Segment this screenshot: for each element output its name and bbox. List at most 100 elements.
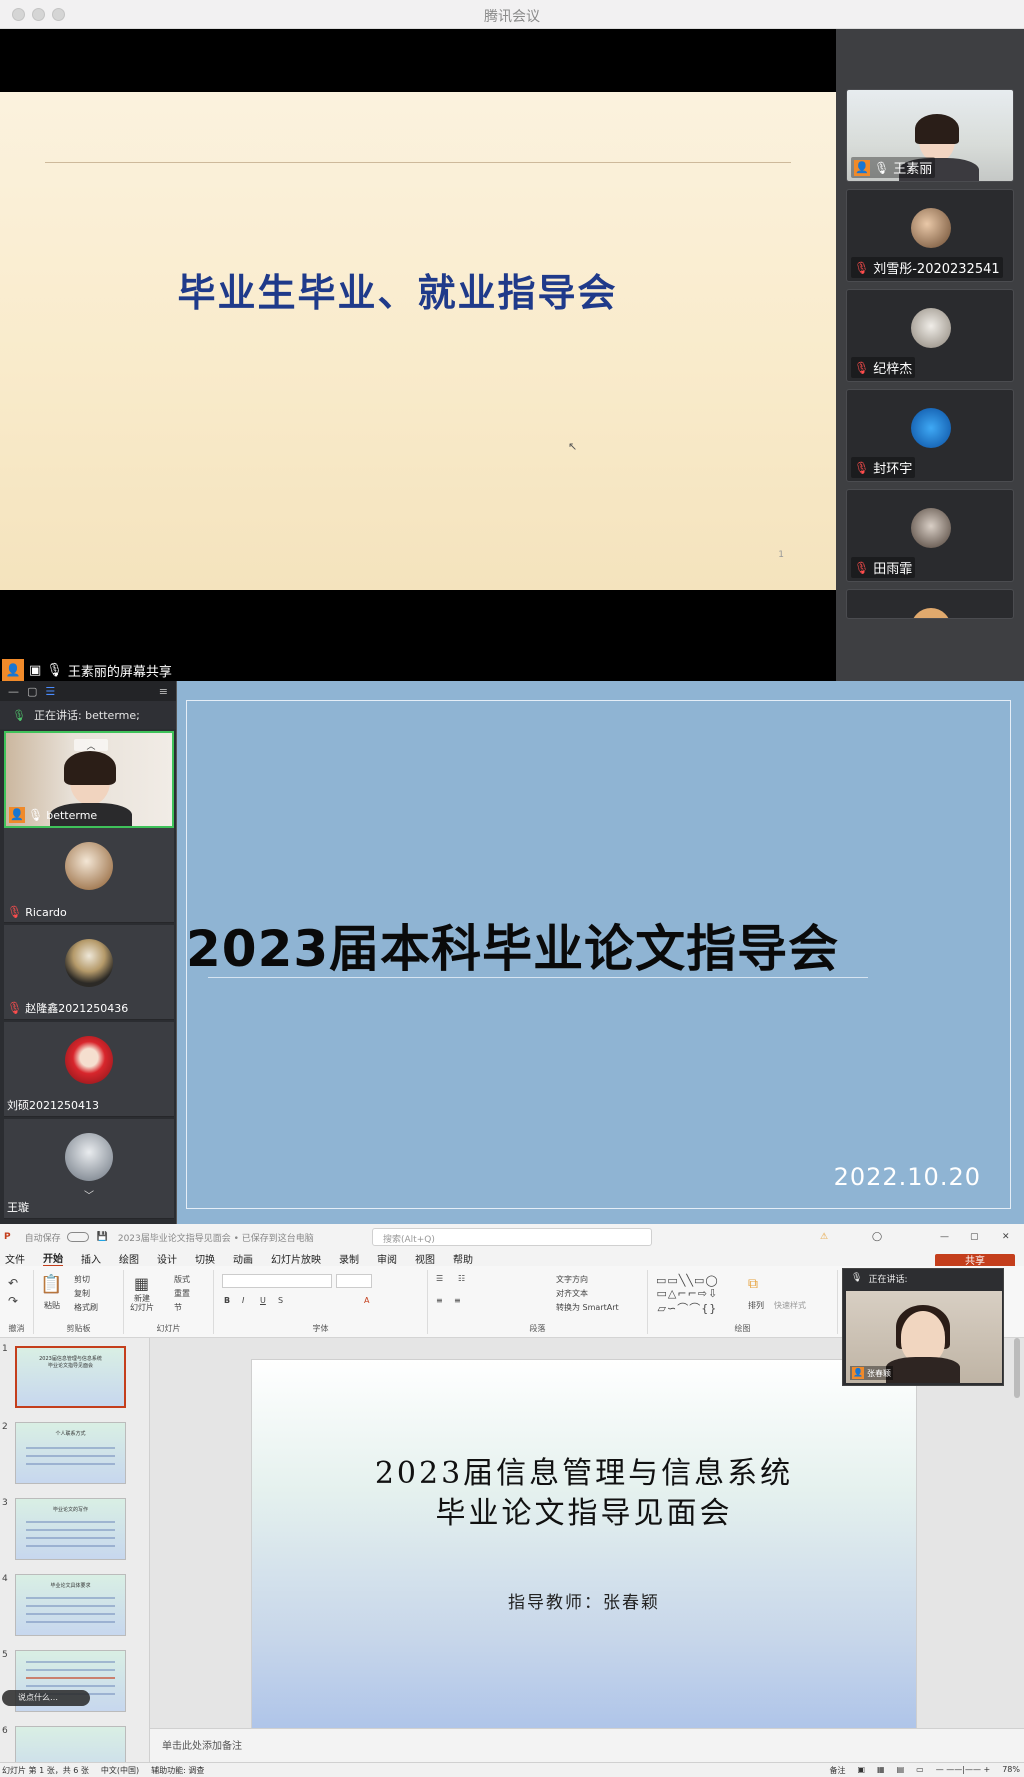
reading-view-icon[interactable]: ▤ [897,1765,905,1776]
font-name-select[interactable] [222,1274,332,1288]
save-icon[interactable]: 💾 [97,1232,108,1242]
quick-styles-button[interactable]: 快速样式 [774,1300,806,1311]
slide-thumbnail[interactable]: 毕业论文的写作 [15,1498,126,1560]
tab-review[interactable]: 审阅 [377,1251,397,1266]
paste-button[interactable]: 粘贴 [44,1300,60,1311]
participant-tile[interactable]: 🎙 Ricardo [4,828,174,923]
new-slide-icon[interactable]: ▦ [134,1274,149,1293]
slide-thumbnail[interactable] [15,1726,126,1762]
autosave-toggle[interactable] [66,1232,89,1242]
chevron-up-icon[interactable]: ︿ [74,739,108,752]
reset-button[interactable]: 重置 [174,1288,190,1299]
participant-tile[interactable]: 🎙 赵隆鑫2021250436 [4,925,174,1020]
meeting-floating-video[interactable]: 🎙 正在讲话: 👤 张春颖 [842,1268,1004,1386]
minimize-icon[interactable]: — [940,1232,949,1242]
menu-icon[interactable]: ≡ [159,685,168,698]
close-icon[interactable]: ✕ [1002,1232,1010,1242]
vertical-scrollbar[interactable] [1014,1338,1020,1398]
tab-animations[interactable]: 动画 [233,1251,253,1266]
language-indicator[interactable]: 中文(中国) [101,1765,139,1776]
participant-tile[interactable]: 🎙 田雨霏 [846,489,1014,582]
participant-video-list[interactable]: 👤 🎙 王素丽 🎙 刘雪彤-2020232541 🎙 纪梓杰 🎙 封环宇 🎙 田… [836,29,1024,681]
powerpoint-titlebar: P 自动保存 💾 2023届毕业论文指导见面会 • 已保存到这台电脑 搜索(Al… [0,1224,1024,1250]
tab-record[interactable]: 录制 [339,1251,359,1266]
strikethrough-icon[interactable]: S [278,1296,283,1305]
numbering-icon[interactable]: ☷ [458,1274,465,1283]
slide-thumbnail-pane[interactable]: 1 2023届信息管理与信息系统 毕业论文指导见面会 2 个人联系方式 3 毕业… [0,1338,150,1762]
minimize-icon[interactable]: — [8,685,19,698]
avatar [65,1133,113,1181]
thumbnail-number: 3 [2,1498,8,1508]
tab-slideshow[interactable]: 幻灯片放映 [271,1251,321,1266]
participant-tile[interactable]: ︿ 👤 🎙 betterme [4,731,174,828]
shapes-gallery[interactable]: ▭▭╲╲▭◯ ▭△⌐⌐⇨⇩ ▱∽⌒⌒{} [656,1274,719,1316]
arrange-icon[interactable]: ⧉ [748,1276,758,1292]
chevron-down-icon[interactable]: ﹀ [74,1187,104,1202]
speaking-indicator: 🎙 正在讲话: betterme; [0,701,176,729]
chat-input-float[interactable]: 说点什么… [2,1690,90,1706]
participant-tile[interactable]: 🎙 封环宇 [846,389,1014,482]
font-color-icon[interactable]: A [364,1296,369,1305]
thumbnail-number: 5 [2,1650,8,1660]
screen-share-indicator[interactable]: 👤 ▣ 🎙 王素丽的屏幕共享 [0,659,172,681]
tab-insert[interactable]: 插入 [81,1251,101,1266]
slideshow-icon[interactable]: ▭ [916,1765,924,1776]
undo-icon[interactable]: ↶ [8,1276,18,1290]
paste-icon[interactable]: 📋 [40,1274,62,1295]
italic-icon[interactable]: I [242,1296,244,1305]
slide-thumbnail[interactable]: 个人联系方式 [15,1422,126,1484]
slide-thumbnail[interactable]: 2023届信息管理与信息系统 毕业论文指导见面会 [15,1346,126,1408]
slide-editor: 2023届信息管理与信息系统 毕业论文指导见面会 指导教师：张春颖 [150,1338,1024,1762]
align-center-icon[interactable]: ≡ [454,1296,461,1305]
align-text-button[interactable]: 对齐文本 [556,1288,588,1299]
window-icon[interactable]: ▢ [27,685,37,698]
text-direction-button[interactable]: 文字方向 [556,1274,588,1285]
ribbon-group-label: 剪贴板 [66,1324,91,1333]
layout-button[interactable]: 版式 [174,1274,190,1285]
maximize-icon[interactable]: ▢ [970,1232,979,1242]
tab-transitions[interactable]: 切换 [195,1251,215,1266]
notes-toggle[interactable]: 备注 [829,1765,845,1776]
slide-thumbnail[interactable]: 毕业论文具体要求 [15,1574,126,1636]
zoom-level[interactable]: 78% [1002,1765,1020,1776]
meeting-window-windows: — ▢ ☰ ≡ 🎙 正在讲话: betterme; ︿ 👤 🎙 betterme… [0,681,1024,1224]
participant-tile[interactable]: 🎙 纪梓杰 [846,289,1014,382]
font-size-select[interactable] [336,1274,372,1288]
redo-icon[interactable]: ↷ [8,1294,18,1308]
bullets-icon[interactable]: ☰ [436,1274,443,1283]
current-slide[interactable]: 2023届信息管理与信息系统 毕业论文指导见面会 指导教师：张春颖 [251,1359,917,1733]
align-left-icon[interactable]: ≡ [436,1296,443,1305]
bold-icon[interactable]: B [224,1296,230,1305]
format-painter-button[interactable]: 格式刷 [74,1302,98,1313]
search-input[interactable]: 搜索(Alt+Q) [372,1228,652,1246]
ribbon-group-label: 字体 [312,1324,329,1333]
copy-button[interactable]: 复制 [74,1288,90,1299]
normal-view-icon[interactable]: ▣ [857,1765,865,1776]
tab-help[interactable]: 帮助 [453,1251,473,1266]
user-avatar-icon[interactable]: ◯ [872,1232,882,1242]
participant-tile[interactable]: 刘硕2021250413 [4,1022,174,1117]
notes-pane[interactable]: 单击此处添加备注 [150,1728,1024,1762]
smartart-button[interactable]: 转换为 SmartArt [556,1302,619,1313]
section-button[interactable]: 节 [174,1302,182,1313]
participant-tile[interactable]: 🎙 刘雪彤-2020232541 [846,189,1014,282]
zoom-slider[interactable]: — ——|—— + [936,1765,990,1776]
sorter-view-icon[interactable]: ▦ [877,1765,885,1776]
participant-tile[interactable] [846,589,1014,619]
new-slide-button[interactable]: 新建 幻灯片 [130,1294,154,1312]
underline-icon[interactable]: U [260,1296,266,1305]
accessibility-status[interactable]: 辅助功能: 调查 [151,1765,204,1776]
participant-tile[interactable]: 👤 🎙 王素丽 [846,89,1014,182]
slide-title-line2: 毕业论文指导见面会 [435,1496,733,1531]
participant-sidebar[interactable]: — ▢ ☰ ≡ 🎙 正在讲话: betterme; ︿ 👤 🎙 betterme… [0,681,177,1224]
arrange-button[interactable]: 排列 [748,1300,764,1311]
tab-draw[interactable]: 绘图 [119,1251,139,1266]
participant-name-tag: 🎙 Ricardo [7,905,67,919]
participant-tile[interactable]: ﹀ 王璇 [4,1119,174,1219]
tab-design[interactable]: 设计 [157,1251,177,1266]
tab-home[interactable]: 开始 [43,1250,63,1267]
tab-view[interactable]: 视图 [415,1251,435,1266]
tab-file[interactable]: 文件 [5,1251,25,1266]
list-view-icon[interactable]: ☰ [45,685,55,698]
cut-button[interactable]: 剪切 [74,1274,90,1285]
